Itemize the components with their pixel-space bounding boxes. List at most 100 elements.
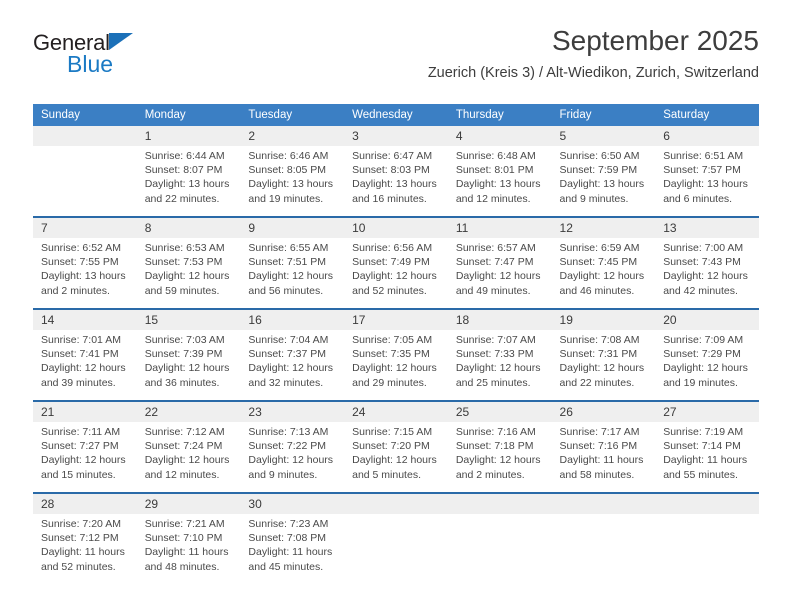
day-cell[interactable]: Sunrise: 7:05 AM Sunset: 7:35 PM Daylight:… xyxy=(344,330,448,400)
day-number[interactable]: 23 xyxy=(240,402,345,422)
day-cell[interactable]: Sunrise: 6:50 AM Sunset: 7:59 PM Daylight:… xyxy=(551,146,656,216)
day-info-line: Daylight: 11 hours xyxy=(663,454,748,467)
day-info-line: Sunrise: 7:17 AM xyxy=(559,426,640,438)
day-cell[interactable]: Sunrise: 7:00 AM Sunset: 7:43 PM Daylight:… xyxy=(655,238,759,308)
day-number[interactable]: 30 xyxy=(240,494,345,514)
day-info-line: Daylight: 12 hours xyxy=(455,270,541,283)
day-cell[interactable]: Sunrise: 7:08 AM Sunset: 7:31 PM Daylight:… xyxy=(551,330,656,400)
day-number[interactable]: 5 xyxy=(551,126,656,146)
day-cell[interactable]: Sunrise: 6:48 AM Sunset: 8:01 PM Daylight:… xyxy=(447,146,552,216)
day-number[interactable]: 15 xyxy=(136,310,241,330)
day-number[interactable]: 18 xyxy=(447,310,552,330)
day-info-line: Daylight: 13 hours xyxy=(248,178,334,191)
day-info-line: Daylight: 12 hours xyxy=(41,362,126,375)
empty-day-number xyxy=(551,494,656,514)
day-number[interactable]: 8 xyxy=(136,218,241,238)
day-number[interactable]: 19 xyxy=(551,310,656,330)
day-cell[interactable]: Sunrise: 7:13 AM Sunset: 7:22 PM Daylight:… xyxy=(240,422,345,492)
day-cell[interactable]: Sunrise: 6:57 AM Sunset: 7:47 PM Daylight:… xyxy=(447,238,552,308)
day-number[interactable]: 27 xyxy=(655,402,759,422)
day-cell[interactable]: Sunrise: 6:51 AM Sunset: 7:57 PM Daylight:… xyxy=(655,146,759,216)
day-number[interactable]: 7 xyxy=(33,218,137,238)
day-cell[interactable]: Sunrise: 7:07 AM Sunset: 7:33 PM Daylight:… xyxy=(447,330,552,400)
day-info-line: Sunset: 7:12 PM xyxy=(41,532,119,545)
day-info-line: Sunrise: 6:48 AM xyxy=(455,150,536,162)
day-info-line: Sunset: 7:37 PM xyxy=(248,348,327,361)
day-cell[interactable]: Sunrise: 7:20 AM Sunset: 7:12 PM Daylight:… xyxy=(33,514,137,584)
day-cell[interactable]: Sunrise: 6:53 AM Sunset: 7:53 PM Daylight:… xyxy=(136,238,241,308)
day-cell[interactable]: Sunrise: 7:04 AM Sunset: 7:37 PM Daylight:… xyxy=(240,330,345,400)
day-info-line: Sunset: 8:07 PM xyxy=(144,164,223,177)
day-info-line: Sunset: 8:01 PM xyxy=(455,164,534,177)
day-info-line: and 48 minutes. xyxy=(144,560,220,573)
day-cell[interactable]: Sunrise: 7:15 AM Sunset: 7:20 PM Daylight:… xyxy=(344,422,448,492)
day-info-line: Daylight: 13 hours xyxy=(352,178,437,191)
day-number[interactable]: 16 xyxy=(240,310,345,330)
day-info-line: Sunrise: 7:23 AM xyxy=(248,518,329,530)
day-info-line: Daylight: 12 hours xyxy=(248,362,334,375)
day-number[interactable]: 13 xyxy=(655,218,759,238)
day-cell[interactable]: Sunrise: 6:52 AM Sunset: 7:55 PM Daylight:… xyxy=(33,238,137,308)
day-number[interactable]: 26 xyxy=(551,402,656,422)
day-info-line: Sunrise: 6:50 AM xyxy=(559,150,640,162)
day-number[interactable]: 12 xyxy=(551,218,656,238)
day-cell[interactable]: Sunrise: 7:17 AM Sunset: 7:16 PM Daylight:… xyxy=(551,422,656,492)
day-info-line: Sunrise: 6:59 AM xyxy=(559,242,640,254)
day-info-line: Sunrise: 7:19 AM xyxy=(663,426,744,438)
day-info-line: and 42 minutes. xyxy=(663,284,738,297)
empty-day-cell xyxy=(447,514,552,584)
day-info-line: and 2 minutes. xyxy=(41,284,110,297)
day-cell[interactable]: Sunrise: 6:47 AM Sunset: 8:03 PM Daylight:… xyxy=(344,146,448,216)
day-info-line: Sunset: 7:35 PM xyxy=(352,348,430,361)
day-cell[interactable]: Sunrise: 7:21 AM Sunset: 7:10 PM Daylight:… xyxy=(136,514,241,584)
day-number[interactable]: 4 xyxy=(447,126,552,146)
day-info-line: Sunset: 7:14 PM xyxy=(663,440,741,453)
day-info-line: and 19 minutes. xyxy=(248,192,324,205)
day-info-line: Sunrise: 7:12 AM xyxy=(144,426,225,438)
day-cell[interactable]: Sunrise: 6:56 AM Sunset: 7:49 PM Daylight:… xyxy=(344,238,448,308)
empty-day-number xyxy=(655,494,759,514)
day-cell[interactable]: Sunrise: 7:16 AM Sunset: 7:18 PM Daylight:… xyxy=(447,422,552,492)
day-number[interactable]: 9 xyxy=(240,218,345,238)
column-header-monday: Monday xyxy=(136,104,241,126)
week-detail-row: Sunrise: 7:01 AM Sunset: 7:41 PM Daylight:… xyxy=(33,330,759,400)
day-cell[interactable]: Sunrise: 7:11 AM Sunset: 7:27 PM Daylight:… xyxy=(33,422,137,492)
day-cell[interactable]: Sunrise: 6:44 AM Sunset: 8:07 PM Daylight:… xyxy=(136,146,241,216)
day-info-line: Sunset: 7:27 PM xyxy=(41,440,119,453)
day-info-line: Sunrise: 7:08 AM xyxy=(559,334,640,346)
day-cell[interactable]: Sunrise: 7:19 AM Sunset: 7:14 PM Daylight:… xyxy=(655,422,759,492)
day-number[interactable]: 25 xyxy=(447,402,552,422)
day-cell[interactable]: Sunrise: 6:59 AM Sunset: 7:45 PM Daylight:… xyxy=(551,238,656,308)
day-info-line: Sunrise: 6:56 AM xyxy=(352,242,433,254)
day-cell[interactable]: Sunrise: 7:01 AM Sunset: 7:41 PM Daylight:… xyxy=(33,330,137,400)
day-cell[interactable]: Sunrise: 7:03 AM Sunset: 7:39 PM Daylight:… xyxy=(136,330,241,400)
day-number[interactable]: 1 xyxy=(136,126,241,146)
week-daynumber-row: 123456 xyxy=(33,126,759,146)
day-info-line: Sunrise: 7:15 AM xyxy=(352,426,433,438)
day-cell[interactable]: Sunrise: 7:23 AM Sunset: 7:08 PM Daylight:… xyxy=(240,514,345,584)
day-number[interactable]: 3 xyxy=(344,126,448,146)
day-number[interactable]: 17 xyxy=(344,310,448,330)
day-number[interactable]: 6 xyxy=(655,126,759,146)
day-number[interactable]: 20 xyxy=(655,310,759,330)
day-number[interactable]: 28 xyxy=(33,494,137,514)
day-info-line: and 25 minutes. xyxy=(455,376,531,389)
day-info-line: Sunrise: 7:21 AM xyxy=(144,518,225,530)
day-cell[interactable]: Sunrise: 7:12 AM Sunset: 7:24 PM Daylight:… xyxy=(136,422,241,492)
day-number[interactable]: 21 xyxy=(33,402,137,422)
day-number[interactable]: 10 xyxy=(344,218,448,238)
day-info-line: and 15 minutes. xyxy=(41,468,116,481)
day-info-line: Sunset: 7:31 PM xyxy=(559,348,638,361)
day-info-line: and 52 minutes. xyxy=(41,560,116,573)
title-block: September 2025 Zuerich (Kreis 3) / Alt-W… xyxy=(428,24,759,84)
day-number[interactable]: 14 xyxy=(33,310,137,330)
day-number[interactable]: 24 xyxy=(344,402,448,422)
general-blue-logo[interactable]: General Blue xyxy=(33,30,163,82)
day-cell[interactable]: Sunrise: 6:55 AM Sunset: 7:51 PM Daylight:… xyxy=(240,238,345,308)
day-cell[interactable]: Sunrise: 7:09 AM Sunset: 7:29 PM Daylight:… xyxy=(655,330,759,400)
day-number[interactable]: 2 xyxy=(240,126,345,146)
day-cell[interactable]: Sunrise: 6:46 AM Sunset: 8:05 PM Daylight:… xyxy=(240,146,345,216)
day-number[interactable]: 22 xyxy=(136,402,241,422)
day-number[interactable]: 11 xyxy=(447,218,552,238)
day-number[interactable]: 29 xyxy=(136,494,241,514)
